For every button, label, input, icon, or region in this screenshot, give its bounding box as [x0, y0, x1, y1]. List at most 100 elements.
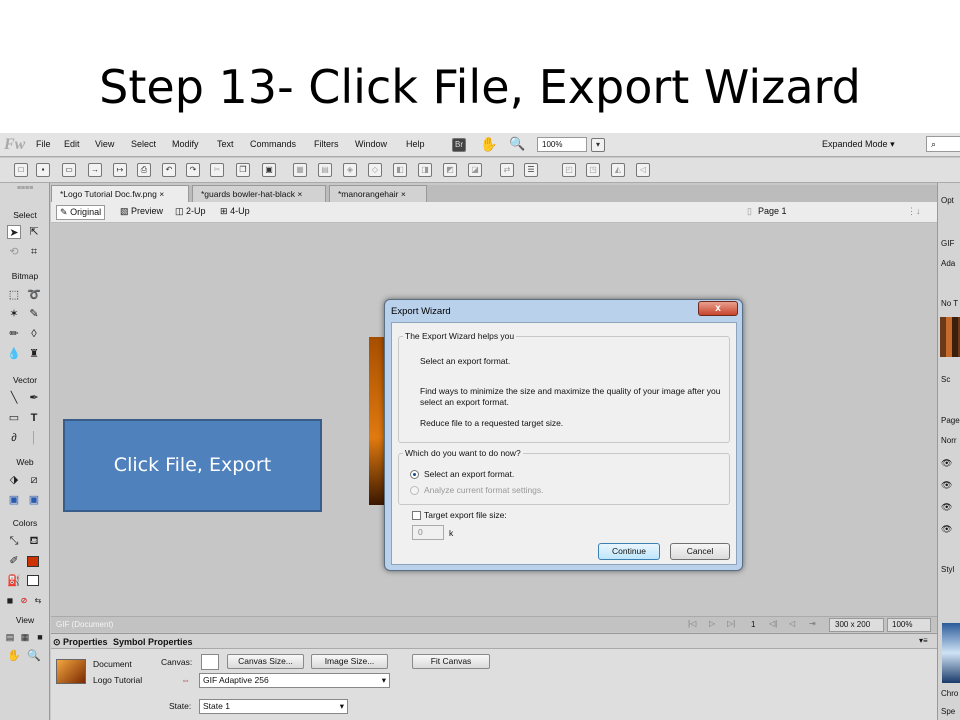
- stroke-color-swatch[interactable]: [27, 556, 39, 567]
- flip-horizontal-icon[interactable]: ◭: [611, 163, 625, 177]
- two-up-button[interactable]: ◫ 2-Up: [172, 205, 209, 220]
- toolbox-grip[interactable]: ≡≡≡≡: [0, 185, 50, 192]
- prev-frame-icon[interactable]: ◁: [789, 619, 795, 628]
- analyze-settings-radio[interactable]: [410, 486, 419, 495]
- styles-panel-label[interactable]: Styl: [941, 565, 954, 574]
- tab-logo-tutorial[interactable]: *Logo Tutorial Doc.fw.png ×: [51, 185, 189, 202]
- state-select[interactable]: State 1 ▾: [199, 699, 348, 714]
- close-icon[interactable]: ×: [297, 189, 302, 199]
- menu-commands[interactable]: Commands: [250, 139, 296, 149]
- canvas-size-button[interactable]: Canvas Size...: [227, 654, 304, 669]
- menu-edit[interactable]: Edit: [64, 139, 80, 149]
- redo-icon[interactable]: ↷: [186, 163, 200, 177]
- cancel-button[interactable]: Cancel: [670, 543, 730, 560]
- page-selector[interactable]: Page 1: [755, 205, 790, 220]
- show-slices-icon[interactable]: ▣: [27, 493, 41, 507]
- freeform-icon[interactable]: ∂: [7, 431, 21, 445]
- fill-color-swatch[interactable]: [27, 575, 39, 586]
- select-format-radio[interactable]: [410, 470, 419, 479]
- join-icon[interactable]: ◈: [343, 163, 357, 177]
- back-icon[interactable]: ◪: [468, 163, 482, 177]
- eraser-icon[interactable]: ◊: [27, 327, 41, 341]
- no-stroke-icon[interactable]: ⊘: [17, 594, 31, 608]
- bridge-icon[interactable]: Br: [452, 138, 466, 152]
- blur-icon[interactable]: 💧: [7, 347, 21, 361]
- next-frame-icon[interactable]: ▷|: [727, 619, 735, 628]
- copy-icon[interactable]: ❐: [236, 163, 250, 177]
- rotate-right-icon[interactable]: ◳: [586, 163, 600, 177]
- export-format-select[interactable]: GIF Adaptive 256 ▾: [199, 673, 390, 688]
- text-icon[interactable]: T: [27, 411, 41, 425]
- hotspot-icon[interactable]: ⬗: [7, 473, 21, 487]
- image-size-button[interactable]: Image Size...: [311, 654, 388, 669]
- open-icon[interactable]: ▭: [62, 163, 76, 177]
- crop-icon[interactable]: ⌗: [27, 245, 41, 259]
- transparency-field[interactable]: No T: [941, 299, 958, 308]
- ungroup-icon[interactable]: ▤: [318, 163, 332, 177]
- cut-icon[interactable]: ✂: [210, 163, 224, 177]
- tab-properties[interactable]: ⊙ Properties: [53, 637, 108, 648]
- menu-filters[interactable]: Filters: [314, 139, 339, 149]
- forward-icon[interactable]: ◨: [418, 163, 432, 177]
- optimize-panel-label[interactable]: Opt: [941, 196, 954, 205]
- flip-vertical-icon[interactable]: ◁: [636, 163, 650, 177]
- import-icon[interactable]: →: [88, 163, 102, 177]
- print-icon[interactable]: ⎙: [137, 163, 151, 177]
- first-frame-icon[interactable]: |◁: [688, 619, 696, 628]
- subselect-icon[interactable]: ⇱: [27, 225, 41, 239]
- hide-slices-icon[interactable]: ▣: [7, 493, 21, 507]
- continue-button[interactable]: Continue: [598, 543, 660, 560]
- new-icon[interactable]: □: [14, 163, 28, 177]
- format-field[interactable]: GIF: [941, 239, 954, 248]
- symbol-icon[interactable]: ⇄: [500, 163, 514, 177]
- line-icon[interactable]: ╲: [7, 391, 21, 405]
- scale-icon[interactable]: ⟲: [7, 245, 21, 259]
- canvas-color-swatch[interactable]: [201, 654, 219, 670]
- export-icon[interactable]: ↦: [113, 163, 127, 177]
- tab-manorangehair[interactable]: *manorangehair ×: [329, 185, 427, 202]
- search-input[interactable]: ⌕: [926, 136, 960, 152]
- workspace-mode[interactable]: Expanded Mode ▾: [822, 139, 895, 150]
- zoom-tool-icon[interactable]: 🔍: [27, 649, 41, 663]
- hand-icon[interactable]: ✋: [480, 136, 497, 153]
- special-label[interactable]: Spe: [941, 707, 955, 716]
- paste-icon[interactable]: ▣: [262, 163, 276, 177]
- eye-icon[interactable]: 👁: [941, 480, 952, 491]
- full-screen-menu-icon[interactable]: ▦: [18, 630, 32, 644]
- panel-menu-icon[interactable]: ▾≡: [919, 636, 928, 645]
- loop-icon[interactable]: ⇥: [809, 619, 816, 628]
- marquee-icon[interactable]: ⬚: [7, 288, 21, 302]
- lasso-icon[interactable]: ➰: [27, 288, 41, 302]
- zoom-readout[interactable]: 100%: [887, 618, 931, 632]
- page-options-icon[interactable]: ⋮↓: [904, 205, 924, 220]
- menu-modify[interactable]: Modify: [172, 139, 199, 149]
- split-icon[interactable]: ◇: [368, 163, 382, 177]
- rectangle-icon[interactable]: ▭: [7, 411, 21, 425]
- menu-help[interactable]: Help: [406, 139, 425, 149]
- menu-window[interactable]: Window: [355, 139, 387, 149]
- palette-field[interactable]: Ada: [941, 259, 955, 268]
- swap-colors-icon[interactable]: ⇆: [31, 594, 45, 608]
- pencil-icon[interactable]: ✏: [7, 327, 21, 341]
- target-size-input[interactable]: 0: [412, 525, 444, 540]
- color-palette-grid[interactable]: [940, 317, 960, 357]
- preview-button[interactable]: ▧ Preview: [117, 205, 166, 220]
- rotate-left-icon[interactable]: ◰: [562, 163, 576, 177]
- eye-icon[interactable]: 👁: [941, 502, 952, 513]
- backward-icon[interactable]: ◩: [443, 163, 457, 177]
- stroke-pencil-icon[interactable]: ✐: [7, 554, 21, 568]
- knife-icon[interactable]: │: [27, 431, 41, 445]
- zoom-select[interactable]: 100%: [537, 137, 587, 152]
- four-up-button[interactable]: ⊞ 4-Up: [217, 205, 253, 220]
- paint-bucket-icon[interactable]: ⛾: [27, 534, 41, 548]
- pen-icon[interactable]: ✒: [27, 391, 41, 405]
- fill-bucket-icon[interactable]: ⛽: [7, 574, 21, 588]
- menu-select[interactable]: Select: [131, 139, 156, 149]
- fit-canvas-button[interactable]: Fit Canvas: [412, 654, 490, 669]
- target-size-checkbox[interactable]: [412, 511, 421, 520]
- menu-file[interactable]: File: [36, 139, 51, 149]
- pointer-icon[interactable]: ➤: [7, 225, 21, 239]
- undo-icon[interactable]: ↶: [162, 163, 176, 177]
- close-icon[interactable]: ×: [159, 189, 164, 199]
- default-colors-icon[interactable]: ◼: [3, 594, 17, 608]
